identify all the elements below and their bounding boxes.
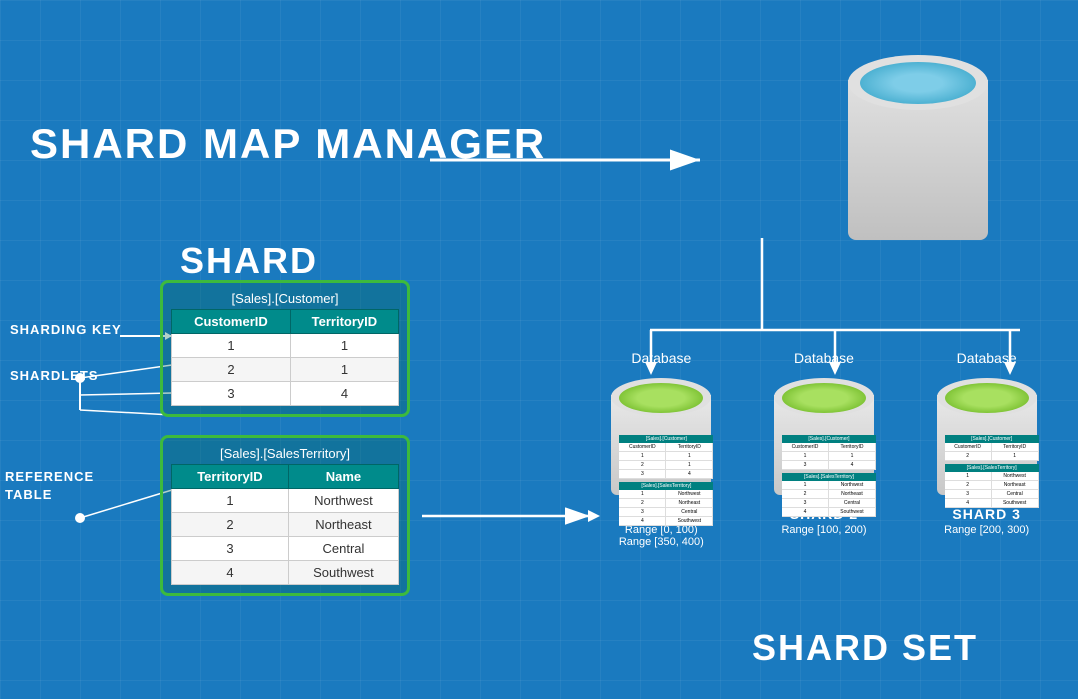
shard-2-db-label: Database — [794, 350, 854, 366]
shard-1-item: Database [Sales].[Customer] CustomerID T… — [591, 350, 731, 548]
table-cell: Northwest — [288, 489, 398, 513]
table-cell: Southwest — [288, 561, 398, 585]
main-title: SHARD MAP MANAGER — [30, 120, 546, 168]
shard-3-range: Range [200, 300) — [944, 524, 1029, 536]
customer-col-header-1: CustomerID — [172, 310, 291, 334]
table-cell: 1 — [290, 358, 398, 382]
shard-3-customer-table: [Sales].[Customer] CustomerID TerritoryI… — [945, 435, 1039, 461]
shard-set-title: SHARD SET — [752, 627, 978, 669]
shard-2-item: Database [Sales].[Customer] CustomerID T… — [754, 350, 894, 536]
shard-3-db-label: Database — [957, 350, 1017, 366]
shard-1-db-label: Database — [631, 350, 691, 366]
shard-2-customer-table: [Sales].[Customer] CustomerID TerritoryI… — [782, 435, 876, 470]
table-cell: 1 — [172, 334, 291, 358]
table-cell: Central — [288, 537, 398, 561]
table-row: 2 1 — [172, 358, 399, 382]
shards-row: Database [Sales].[Customer] CustomerID T… — [580, 350, 1068, 548]
customer-table-box: [Sales].[Customer] CustomerID TerritoryI… — [160, 280, 410, 417]
sharding-key-label: SHARDING KEY — [10, 322, 122, 337]
table-cell: 3 — [172, 382, 291, 406]
shard-1-customer-table: [Sales].[Customer] CustomerID TerritoryI… — [619, 435, 713, 479]
table-row: 4 Southwest — [172, 561, 399, 585]
shard-2-territory-table: [Sales].[SalesTerritory] 1 Northwest 2 N… — [782, 473, 876, 517]
table-row: 3 Central — [172, 537, 399, 561]
territory-col-header-2: Name — [288, 465, 398, 489]
territory-table-label: [Sales].[SalesTerritory] — [171, 446, 399, 461]
shard-title: SHARD — [180, 240, 318, 282]
shard-3-item: Database [Sales].[Customer] CustomerID T… — [917, 350, 1057, 536]
cylinder-top-inner — [860, 62, 976, 104]
territory-table: TerritoryID Name 1 Northwest 2 Northeast… — [171, 464, 399, 585]
shard-2-range: Range [100, 200) — [781, 524, 866, 536]
shard-1-territory-table: [Sales].[SalesTerritory] 1 Northwest 2 N… — [619, 482, 713, 526]
table-cell: 4 — [290, 382, 398, 406]
cylinder-top — [838, 40, 998, 110]
table-cell: 2 — [172, 358, 291, 382]
shard-3-top-inner — [945, 383, 1029, 413]
customer-table-label: [Sales].[Customer] — [171, 291, 399, 306]
main-database-cylinder — [838, 40, 998, 240]
main-tables-area: [Sales].[Customer] CustomerID TerritoryI… — [160, 280, 410, 614]
reference-table-label: REFERENCETABLE — [5, 468, 94, 504]
shard-2-tables: [Sales].[Customer] CustomerID TerritoryI… — [782, 435, 876, 520]
shard-3-territory-table: [Sales].[SalesTerritory] 1 Northwest 2 N… — [945, 464, 1039, 508]
table-cell: 1 — [290, 334, 398, 358]
territory-col-header-1: TerritoryID — [172, 465, 289, 489]
territory-table-box: [Sales].[SalesTerritory] TerritoryID Nam… — [160, 435, 410, 596]
shard-2-cylinder: [Sales].[Customer] CustomerID TerritoryI… — [769, 370, 879, 500]
table-cell: Northeast — [288, 513, 398, 537]
shard-1-tables: [Sales].[Customer] CustomerID TerritoryI… — [619, 435, 713, 529]
table-cell: 4 — [172, 561, 289, 585]
shard-3-tables: [Sales].[Customer] CustomerID TerritoryI… — [945, 435, 1039, 511]
table-row: 3 4 — [172, 382, 399, 406]
table-row: 2 Northeast — [172, 513, 399, 537]
table-row: 1 1 — [172, 334, 399, 358]
shard-2-top-inner — [782, 383, 866, 413]
shard-1-cylinder: [Sales].[Customer] CustomerID TerritoryI… — [606, 370, 716, 500]
table-row: 1 Northwest — [172, 489, 399, 513]
table-cell: 1 — [172, 489, 289, 513]
shard-1-top-inner — [619, 383, 703, 413]
shard-3-cylinder: [Sales].[Customer] CustomerID TerritoryI… — [932, 370, 1042, 500]
table-cell: 3 — [172, 537, 289, 561]
table-cell: 2 — [172, 513, 289, 537]
customer-col-header-2: TerritoryID — [290, 310, 398, 334]
shardlets-label: SHARDLETS — [10, 368, 98, 383]
customer-table: CustomerID TerritoryID 1 1 2 1 3 4 — [171, 309, 399, 406]
